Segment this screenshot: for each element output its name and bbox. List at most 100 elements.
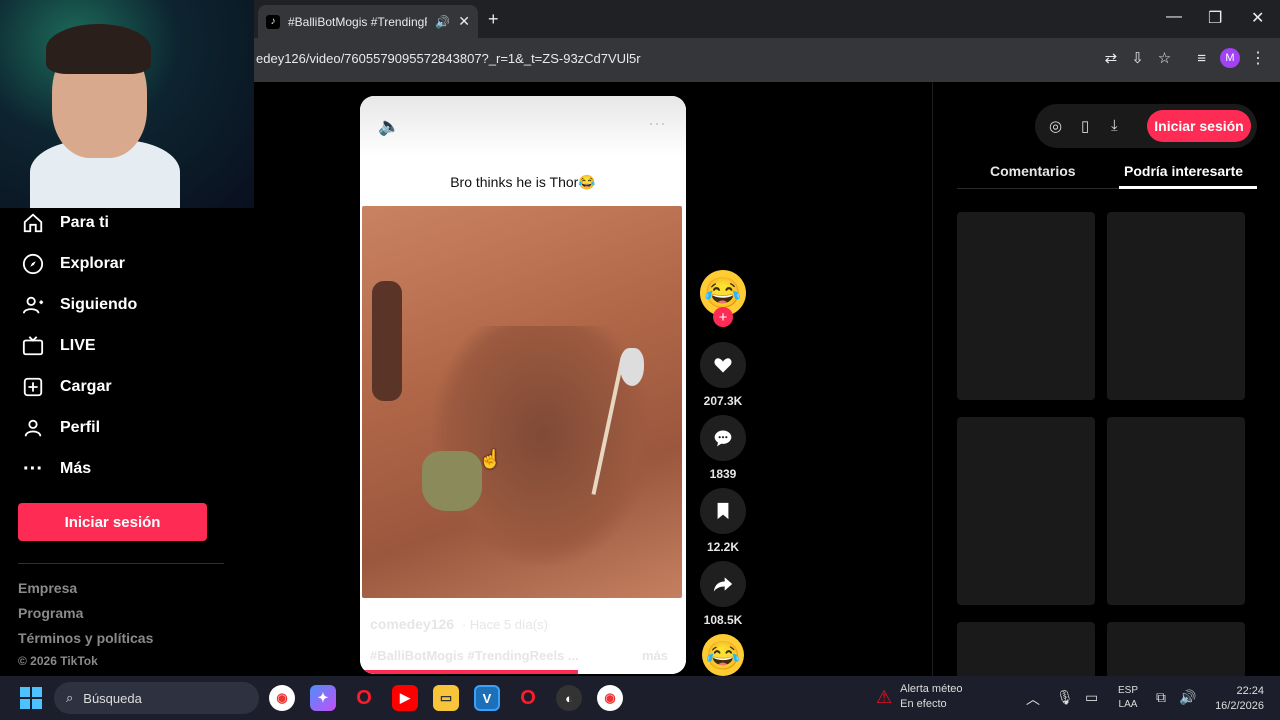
- save-count: 12.2K: [706, 540, 740, 554]
- share-arrow-icon[interactable]: [700, 561, 746, 607]
- sidebar-item-label: Siguiendo: [60, 296, 138, 313]
- profile-avatar[interactable]: M: [1220, 48, 1240, 68]
- volume-icon[interactable]: 🔈: [378, 116, 400, 137]
- lang-layout: LAA: [1118, 699, 1138, 710]
- sidebar-item-perfil[interactable]: Perfil: [20, 415, 100, 441]
- sidebar-item-explorar[interactable]: Explorar: [20, 251, 125, 277]
- weather-widget[interactable]: ⚠ Alerta méteo En efecto: [876, 682, 963, 712]
- browser-tab[interactable]: ♪ #BalliBotMogis #TrendingRe 🔊 ✕: [258, 5, 478, 38]
- author-line: comedey126 · Hace 5 día(s): [370, 616, 548, 632]
- bookmark-star-icon[interactable]: ☆: [1158, 49, 1171, 67]
- posted-time: · Hace 5 día(s): [461, 617, 548, 632]
- heart-icon[interactable]: [700, 342, 746, 388]
- comment-count: 1839: [709, 467, 737, 481]
- volume-tray-icon[interactable]: 🔊: [1179, 689, 1196, 706]
- opera-icon[interactable]: O: [351, 685, 377, 711]
- url-field[interactable]: edey126/video/7605579095572843807?_r=1&_…: [256, 51, 641, 66]
- sidebar: Para ti Explorar Siguiendo LIVE Cargar P…: [0, 208, 232, 678]
- suggested-video-thumbnail[interactable]: [1107, 622, 1245, 678]
- follow-plus-icon[interactable]: +: [713, 307, 733, 327]
- sidebar-item-label: Cargar: [60, 378, 112, 395]
- install-app-icon[interactable]: ⇩: [1131, 49, 1144, 67]
- bookmark-icon[interactable]: [700, 488, 746, 534]
- language-indicator[interactable]: ESP LAA: [1118, 684, 1138, 712]
- footer-link-programa[interactable]: Programa: [18, 605, 83, 621]
- file-explorer-icon[interactable]: ▭: [433, 685, 459, 711]
- sidebar-divider: [18, 563, 224, 564]
- close-window-icon[interactable]: ✕: [1251, 8, 1264, 28]
- suggested-video-thumbnail[interactable]: [957, 212, 1095, 400]
- live-tv-icon: [20, 333, 46, 359]
- login-button[interactable]: Iniciar sesión: [18, 503, 207, 541]
- close-tab-icon[interactable]: ✕: [458, 13, 470, 30]
- microphone-icon[interactable]: 🎙: [1056, 689, 1074, 706]
- share-count: 108.5K: [703, 613, 743, 627]
- maximize-icon[interactable]: ❐: [1208, 8, 1222, 28]
- clock[interactable]: 22:24 16/2/2026: [1206, 684, 1264, 714]
- video-hashtags[interactable]: #BalliBotMogis #TrendingReels ...: [370, 648, 579, 663]
- network-icon[interactable]: ⧉: [1156, 689, 1166, 706]
- save-action[interactable]: 12.2K: [700, 488, 746, 554]
- footer-link-empresa[interactable]: Empresa: [18, 580, 77, 596]
- tab-comentarios[interactable]: Comentarios: [990, 163, 1076, 179]
- sidebar-item-cargar[interactable]: Cargar: [20, 374, 112, 400]
- tab-podria-interesarte[interactable]: Podría interesarte: [1124, 163, 1243, 179]
- sidebar-item-mas[interactable]: ··· Más: [20, 456, 91, 482]
- suggested-video-thumbnail[interactable]: [957, 622, 1095, 678]
- video-progress-bar[interactable]: [360, 670, 579, 674]
- comment-icon[interactable]: [700, 415, 746, 461]
- tray-chevron-up-icon[interactable]: ︿: [1026, 689, 1040, 709]
- keyboard-icon[interactable]: ▭: [1085, 689, 1098, 706]
- obs-icon[interactable]: ◐: [556, 685, 582, 711]
- sidebar-item-label: Para ti: [60, 214, 109, 231]
- panel-login-button[interactable]: Iniciar sesión: [1147, 110, 1251, 142]
- phone-icon[interactable]: ▯: [1081, 117, 1089, 135]
- top-tools-pill: ◎ ▯ ⤓ Iniciar sesión: [1035, 104, 1257, 148]
- opera-gx-icon[interactable]: O: [515, 685, 541, 711]
- chrome-profile-icon[interactable]: ◉: [597, 685, 623, 711]
- media-control-icon[interactable]: ≡: [1197, 50, 1206, 67]
- more-text-button[interactable]: más: [642, 648, 668, 663]
- video-info: comedey126 · Hace 5 día(s) #BalliBotMogi…: [360, 598, 686, 674]
- suggested-video-thumbnail[interactable]: [1107, 212, 1245, 400]
- suggested-video-thumbnail[interactable]: [957, 417, 1095, 605]
- vegas-icon[interactable]: V: [474, 685, 500, 711]
- sidebar-item-live[interactable]: LIVE: [20, 333, 96, 359]
- upload-icon: [20, 374, 46, 400]
- sidebar-item-para-ti[interactable]: Para ti: [20, 210, 109, 236]
- footer-link-terminos[interactable]: Términos y políticas: [18, 630, 153, 646]
- share-action[interactable]: 108.5K: [700, 561, 746, 627]
- comment-action[interactable]: 1839: [700, 415, 746, 481]
- suggested-video-thumbnail[interactable]: [1107, 417, 1245, 605]
- video-frame[interactable]: ☝: [362, 206, 682, 598]
- next-creator-avatar[interactable]: 😂: [702, 634, 744, 676]
- minimize-icon[interactable]: —: [1166, 8, 1182, 26]
- video-shovel-head: [620, 348, 644, 386]
- like-count: 207.3K: [703, 394, 743, 408]
- weather-title: Alerta méteo: [900, 683, 963, 695]
- more-options-icon[interactable]: ⋯: [648, 114, 666, 135]
- screen: ♪ #BalliBotMogis #TrendingRe 🔊 ✕ + — ❐ ✕…: [0, 0, 1280, 720]
- speaker-icon[interactable]: 🔊: [435, 15, 450, 29]
- like-action[interactable]: 207.3K: [700, 342, 746, 408]
- browser-menu-icon[interactable]: ⋮: [1250, 48, 1266, 68]
- translate-icon[interactable]: ⇄: [1105, 49, 1118, 67]
- windows-start-icon[interactable]: [20, 687, 42, 709]
- new-tab-icon[interactable]: +: [488, 9, 499, 30]
- profile-icon: [20, 415, 46, 441]
- search-placeholder: Búsqueda: [83, 690, 142, 706]
- compass-icon: [20, 251, 46, 277]
- video-card[interactable]: 🔈 ⋯ Bro thinks he is Thor😂 ☝ comedey126 …: [360, 96, 686, 674]
- youtube-icon[interactable]: ▶: [392, 685, 418, 711]
- compass-small-icon[interactable]: ◎: [1049, 117, 1062, 135]
- download-icon[interactable]: ⤓: [1111, 117, 1118, 134]
- chrome-icon[interactable]: ◉: [269, 685, 295, 711]
- weather-text: Alerta méteo En efecto: [900, 682, 962, 712]
- home-icon: [20, 210, 46, 236]
- taskbar-search[interactable]: ⌕ Búsqueda: [54, 682, 259, 714]
- author-name[interactable]: comedey126: [370, 616, 454, 632]
- copilot-icon[interactable]: ✦: [310, 685, 336, 711]
- sidebar-item-siguiendo[interactable]: Siguiendo: [20, 292, 137, 318]
- video-person-standing: [372, 281, 402, 401]
- more-icon: ···: [23, 457, 43, 480]
